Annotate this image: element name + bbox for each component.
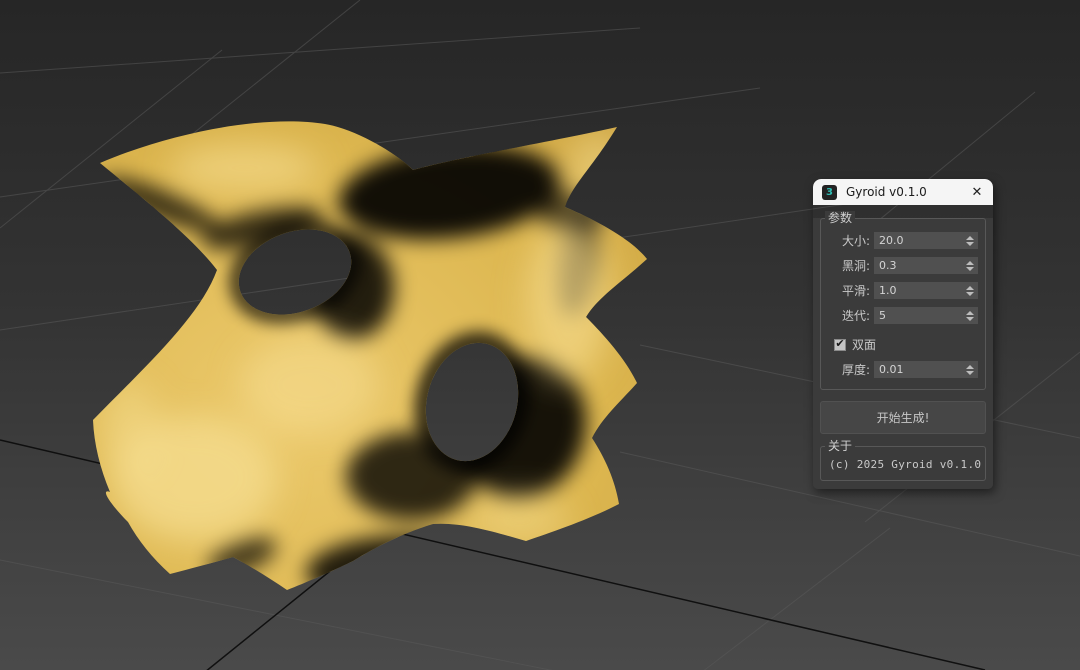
dialog-body: 参数 大小: 20.0 黑洞: 0.3	[813, 218, 993, 489]
spinner-up-icon[interactable]	[966, 311, 974, 315]
close-button[interactable]: ✕	[961, 179, 993, 205]
close-icon: ✕	[972, 186, 983, 199]
copyright-text: (c) 2025 Gyroid v0.1.0	[829, 458, 981, 471]
smooth-row: 平滑: 1.0	[828, 282, 978, 299]
smooth-value: 1.0	[879, 284, 897, 297]
check-icon: ✔	[835, 338, 844, 349]
iterations-input[interactable]: 5	[874, 307, 978, 324]
thickness-row: 厚度: 0.01	[828, 361, 978, 378]
parameters-group: 参数 大小: 20.0 黑洞: 0.3	[820, 218, 986, 390]
spinner-down-icon[interactable]	[966, 292, 974, 296]
size-value: 20.0	[879, 234, 904, 247]
parameters-group-label: 参数	[825, 211, 855, 226]
double-sided-row: ✔ 双面	[834, 336, 978, 353]
gyroid-dialog: 3 Gyroid v0.1.0 ✕ 参数 大小: 20.0 黑洞:	[813, 179, 993, 489]
iterations-value: 5	[879, 309, 886, 322]
smooth-label: 平滑:	[842, 282, 870, 299]
spinner-down-icon[interactable]	[966, 267, 974, 271]
3dsmax-app-icon: 3	[822, 185, 837, 200]
thickness-input[interactable]: 0.01	[874, 361, 978, 378]
iterations-row: 迭代: 5	[828, 307, 978, 324]
about-group-label: 关于	[825, 439, 855, 454]
blackhole-row: 黑洞: 0.3	[828, 257, 978, 274]
spinner-down-icon[interactable]	[966, 242, 974, 246]
about-group: 关于 (c) 2025 Gyroid v0.1.0	[820, 446, 986, 481]
blackhole-label: 黑洞:	[842, 257, 870, 274]
dialog-titlebar[interactable]: 3 Gyroid v0.1.0 ✕	[813, 179, 993, 205]
smooth-input[interactable]: 1.0	[874, 282, 978, 299]
size-input[interactable]: 20.0	[874, 232, 978, 249]
size-row: 大小: 20.0	[828, 232, 978, 249]
blackhole-value: 0.3	[879, 259, 897, 272]
iterations-label: 迭代:	[842, 307, 870, 324]
spinner-up-icon[interactable]	[966, 236, 974, 240]
double-sided-label: 双面	[852, 336, 876, 353]
spinner-down-icon[interactable]	[966, 371, 974, 375]
double-sided-checkbox[interactable]: ✔	[834, 339, 846, 351]
spinner-down-icon[interactable]	[966, 317, 974, 321]
size-label: 大小:	[842, 232, 870, 249]
thickness-label: 厚度:	[842, 361, 870, 378]
dialog-title: Gyroid v0.1.0	[846, 185, 927, 199]
spinner-up-icon[interactable]	[966, 365, 974, 369]
blackhole-input[interactable]: 0.3	[874, 257, 978, 274]
spinner-up-icon[interactable]	[966, 286, 974, 290]
generate-button[interactable]: 开始生成!	[820, 401, 986, 434]
thickness-value: 0.01	[879, 363, 904, 376]
spinner-up-icon[interactable]	[966, 261, 974, 265]
